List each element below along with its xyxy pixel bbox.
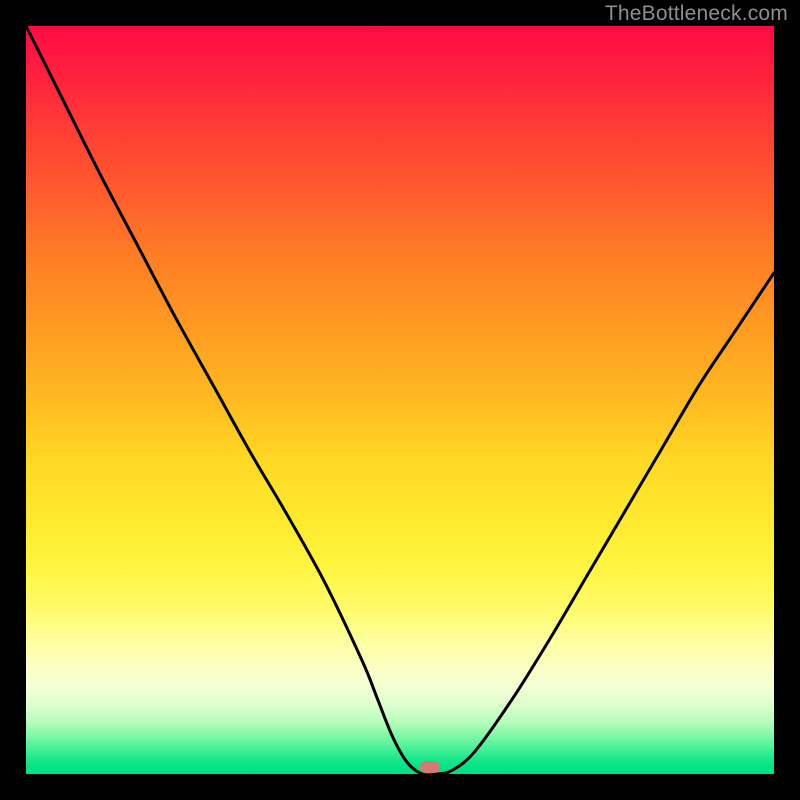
watermark-text: TheBottleneck.com [605,2,788,26]
bottleneck-curve [26,26,774,774]
chart-frame: TheBottleneck.com [0,0,800,800]
plot-area [26,26,774,774]
minimum-point-marker [420,761,440,773]
